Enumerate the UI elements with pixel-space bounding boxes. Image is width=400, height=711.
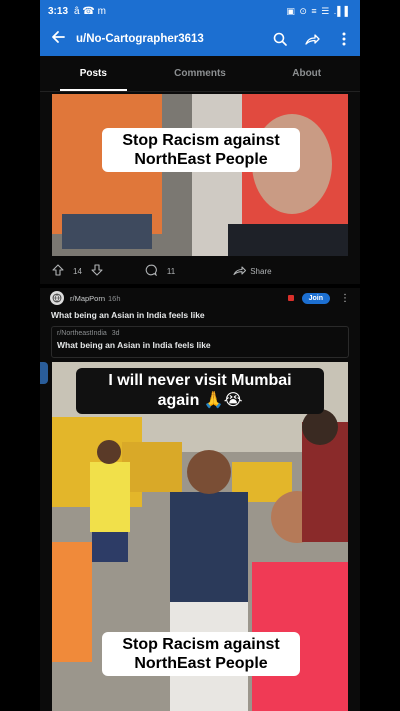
share-icon[interactable] (296, 32, 328, 46)
status-bar: 3:13 â ☎ m ▣ ⊙ ≡ ☰ .▌▌ (40, 0, 360, 22)
status-indicator-icon (287, 295, 294, 301)
comment-icon (145, 264, 157, 278)
share-arrow-icon (233, 264, 247, 278)
video-top-caption: I will never visit Mumbai again 🙏😭 (76, 368, 324, 414)
post-feed: Stop Racism against NorthEast People 14 … (40, 92, 360, 711)
video-caption-line: NorthEast People (134, 151, 268, 169)
side-handle-icon[interactable] (40, 362, 48, 384)
app-header: u/No-Cartographer3613 (40, 22, 360, 56)
share-label: Share (250, 266, 272, 276)
overflow-menu-icon[interactable] (328, 32, 360, 46)
downvote-icon[interactable] (91, 264, 103, 278)
join-button[interactable]: Join (301, 292, 330, 304)
subreddit-name[interactable]: r/MapPorn (70, 294, 105, 303)
post-header: r/MapPorn 16h Join ⋮ (40, 288, 360, 308)
post-action-bar: 14 11 Share (40, 258, 360, 284)
video-caption-line: NorthEast People (134, 655, 268, 673)
video-frame-illustration (52, 94, 348, 256)
crosspost-card[interactable]: r/NortheastIndia 3d What being an Asian … (51, 326, 349, 358)
post-video-thumbnail[interactable]: Stop Racism against NorthEast People (52, 94, 348, 256)
video-caption-line: I will never visit Mumbai (108, 372, 292, 389)
status-time: 3:13 (48, 5, 69, 17)
crosspost-age: 3d (111, 330, 120, 337)
crosspost-title: What being an Asian in India feels like (57, 340, 211, 350)
video-bottom-caption: Stop Racism against NorthEast People (102, 632, 300, 677)
post-age: 16h (108, 293, 121, 303)
tab-comments[interactable]: Comments (147, 56, 254, 91)
video-caption-line: Stop Racism against (122, 132, 280, 149)
comment-count: 11 (166, 266, 176, 276)
search-icon[interactable] (264, 32, 296, 46)
video-caption: Stop Racism against NorthEast People (102, 128, 300, 173)
crosspost-subreddit: r/NortheastIndia (57, 330, 107, 337)
status-notification-icons: â ☎ m (74, 5, 106, 17)
back-arrow-icon[interactable] (40, 30, 76, 49)
vote-group: 14 (52, 264, 103, 278)
share-button[interactable]: Share (233, 264, 272, 278)
profile-tabs: Posts Comments About (40, 56, 360, 92)
phone-screen: 3:13 â ☎ m ▣ ⊙ ≡ ☰ .▌▌ u/No-Cartographer… (40, 0, 360, 711)
tab-posts[interactable]: Posts (40, 56, 147, 91)
tab-about[interactable]: About (253, 56, 360, 91)
crosspost-meta: r/NortheastIndia 3d (57, 330, 343, 337)
page-title: u/No-Cartographer3613 (76, 33, 204, 45)
video-caption-line: Stop Racism against (122, 636, 280, 653)
post-title[interactable]: What being an Asian in India feels like (51, 310, 205, 320)
post-overflow-icon[interactable]: ⋮ (340, 293, 350, 304)
comments-button[interactable]: 11 (145, 264, 175, 278)
vote-count: 14 (73, 266, 82, 276)
video-caption-line: again 🙏😭 (157, 392, 243, 409)
subreddit-avatar[interactable] (50, 291, 64, 305)
upvote-icon[interactable] (52, 264, 64, 278)
status-system-icons: ▣ ⊙ ≡ ☰ .▌▌ (286, 5, 352, 16)
post-video-thumbnail[interactable]: I will never visit Mumbai again 🙏😭 Stop … (52, 362, 348, 711)
